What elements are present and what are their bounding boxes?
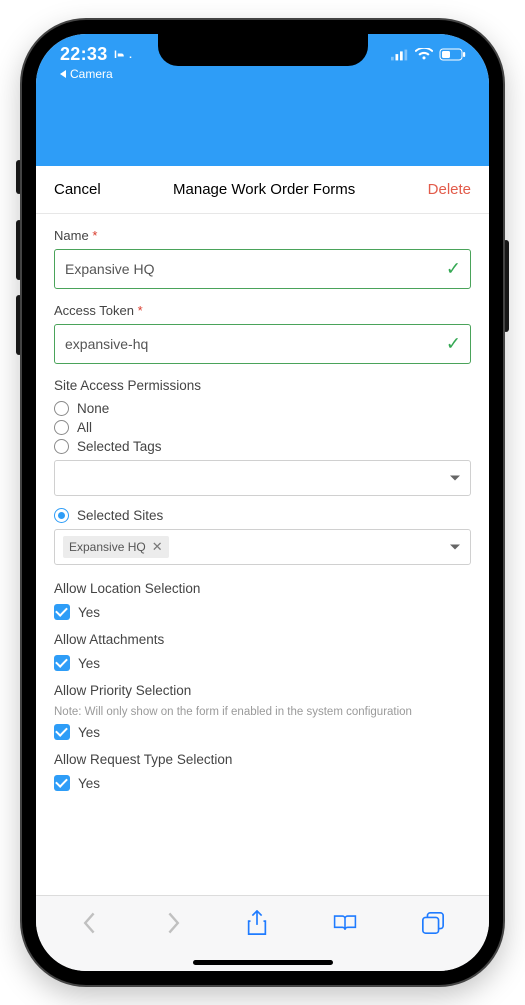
radio-label: None (77, 401, 109, 416)
radio-none[interactable]: None (54, 401, 471, 416)
radio-all[interactable]: All (54, 420, 471, 435)
radio-label: Selected Sites (77, 508, 163, 523)
delete-button[interactable]: Delete (428, 181, 471, 198)
checkbox-label: Yes (78, 656, 100, 671)
forward-button[interactable] (163, 911, 183, 935)
allow-attachments-checkbox[interactable]: Yes (54, 655, 471, 671)
battery-icon (439, 48, 467, 61)
permissions-heading: Site Access Permissions (54, 378, 471, 393)
tabs-button[interactable] (421, 911, 445, 935)
back-app-label: Camera (70, 67, 113, 81)
priority-note: Note: Will only show on the form if enab… (54, 706, 471, 718)
allow-reqtype-heading: Allow Request Type Selection (54, 752, 471, 767)
header-background (36, 118, 489, 166)
name-input[interactable] (54, 249, 471, 289)
checkbox-checked-icon (54, 655, 70, 671)
back-to-app[interactable]: Camera (60, 67, 471, 81)
allow-attachments-heading: Allow Attachments (54, 632, 471, 647)
token-label: Access Token (54, 303, 134, 318)
required-asterisk: * (92, 228, 97, 243)
page-title: Manage Work Order Forms (173, 181, 355, 198)
cellular-icon (391, 49, 409, 61)
checkbox-label: Yes (78, 725, 100, 740)
browser-toolbar (36, 895, 489, 949)
radio-icon (54, 401, 69, 416)
status-time: 22:33 (60, 44, 108, 65)
allow-location-checkbox[interactable]: Yes (54, 604, 471, 620)
radio-selected-tags[interactable]: Selected Tags (54, 439, 471, 454)
radio-icon (54, 439, 69, 454)
valid-check-icon: ✓ (446, 259, 461, 280)
back-caret-icon (60, 70, 66, 78)
navbar: Cancel Manage Work Order Forms Delete (36, 166, 489, 214)
bed-icon (114, 49, 132, 61)
back-button[interactable] (80, 911, 100, 935)
allow-location-heading: Allow Location Selection (54, 581, 471, 596)
chip-label: Expansive HQ (69, 540, 146, 554)
cancel-button[interactable]: Cancel (54, 181, 101, 198)
selected-sites-dropdown[interactable]: Expansive HQ ✕ (54, 529, 471, 565)
radio-label: All (77, 420, 92, 435)
token-input[interactable] (54, 324, 471, 364)
checkbox-label: Yes (78, 776, 100, 791)
valid-check-icon: ✓ (446, 334, 461, 355)
radio-selected-sites[interactable]: Selected Sites (54, 508, 471, 523)
allow-reqtype-checkbox[interactable]: Yes (54, 775, 471, 791)
required-asterisk: * (138, 303, 143, 318)
form-body: Name * ✓ Access Token * (36, 214, 489, 895)
allow-priority-heading: Allow Priority Selection (54, 683, 471, 698)
selected-tags-dropdown[interactable] (54, 460, 471, 496)
chevron-down-icon (450, 476, 460, 481)
checkbox-checked-icon (54, 604, 70, 620)
bookmarks-button[interactable] (332, 912, 358, 934)
radio-label: Selected Tags (77, 439, 162, 454)
chip-remove-icon[interactable]: ✕ (152, 539, 163, 555)
home-indicator (36, 949, 489, 971)
wifi-icon (415, 48, 433, 61)
share-button[interactable] (246, 910, 268, 936)
allow-priority-checkbox[interactable]: Yes (54, 724, 471, 740)
radio-icon-selected (54, 508, 69, 523)
checkbox-label: Yes (78, 605, 100, 620)
name-label: Name (54, 228, 89, 243)
chevron-down-icon (450, 545, 460, 550)
site-chip: Expansive HQ ✕ (63, 536, 169, 558)
radio-icon (54, 420, 69, 435)
checkbox-checked-icon (54, 724, 70, 740)
checkbox-checked-icon (54, 775, 70, 791)
